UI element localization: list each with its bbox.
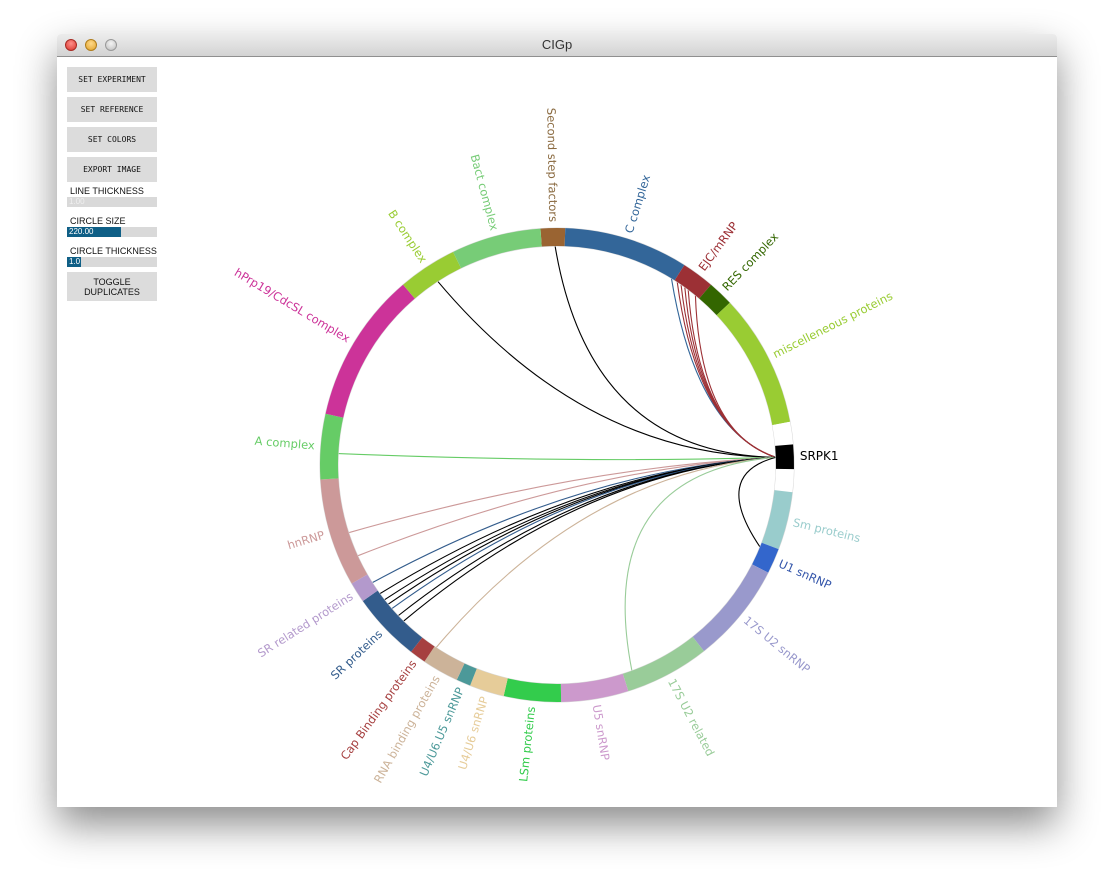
circle-thickness-label: CIRCLE THICKNESS [70,246,157,256]
circle-thickness-slider[interactable]: 1.0 [67,257,157,267]
link-sr-proteins [391,456,776,610]
main-canvas: Second step factors C complex EJC/mRNP RES … [57,57,1057,807]
segment-17s-u2-related[interactable] [622,636,704,692]
export-image-button[interactable]: EXPORT IMAGE [67,157,157,182]
label-hprp19-cdcsl-complex: hPrp19/CdcSL complex [232,265,353,345]
line-thickness-label: LINE THICKNESS [70,186,144,196]
label-u4-u6-snrnp: U4/U6 snRNP [455,695,491,772]
segment-gap[interactable] [774,468,794,493]
segment-gap[interactable] [772,421,794,446]
link-hnrnp [348,456,776,534]
label-ejc-mrnp: EJC/mRNP [696,219,741,273]
label-u1-snrnp: U1 snRNP [777,557,834,593]
label-hnrnp: hnRNP [286,528,327,552]
segment-lsm-proteins[interactable] [503,678,562,702]
toggle-duplicates-button[interactable]: TOGGLE DUPLICATES [67,272,157,301]
label-sr-related-proteins: SR related proteins [255,589,355,660]
title-bar[interactable]: CIGp [57,34,1057,57]
label-lsm-proteins: LSm proteins [516,706,538,782]
set-experiment-button[interactable]: SET EXPERIMENT [67,67,157,92]
app-window: CIGp Second step factors C complex EJC/mRN… [57,34,1057,807]
link-sr-related-proteins [372,456,776,584]
label-second-step-factors: Second step factors [544,108,560,222]
link-a-complex [338,452,776,461]
segment-u5-snrnp[interactable] [560,673,629,702]
set-colors-button[interactable]: SET COLORS [67,127,157,152]
link-sr-proteins [397,456,776,617]
segment-second-step-factors[interactable] [540,228,566,247]
circle-size-value: 220.00 [69,227,94,236]
label-u5-snrnp: U5 snRNP [590,704,613,762]
segment-17s-u2-snrnp[interactable] [692,564,769,651]
label-a-complex: A complex [254,434,315,453]
label-sm-proteins: Sm proteins [792,515,862,545]
label-sr-proteins: SR proteins [328,627,385,682]
label-cap-binding-proteins: Cap Binding proteins [338,657,420,762]
label-c-complex: C complex [622,173,653,235]
line-thickness-value: 1.00 [69,197,85,206]
label-17s-u2-related: 17S U2 related [665,676,717,758]
circle-size-label: CIRCLE SIZE [70,216,126,226]
segment-b-complex[interactable] [403,251,461,299]
circle-thickness-value: 1.0 [69,257,81,266]
segment-hnrnp[interactable] [320,478,368,584]
window-title: CIGp [541,37,573,52]
segment-miscelleneous-proteins[interactable] [716,302,791,426]
label-17s-u2-snrnp: 17S U2 snRNP [741,613,813,676]
label-bact-complex: Bact complex [468,153,502,232]
segment-srpk1[interactable] [775,444,795,470]
line-thickness-slider[interactable]: 1.00 [67,197,157,207]
label-b-complex: B complex [385,207,430,265]
link-sr-proteins [384,456,776,601]
set-reference-button[interactable]: SET REFERENCE [67,97,157,122]
circle-size-slider[interactable]: 220.00 [67,227,157,237]
label-miscelleneous-proteins: miscelleneous proteins [770,289,895,361]
label-srpk1: SRPK1 [800,449,839,463]
chord-diagram: Second step factors C complexEJC/mRNPRES … [232,108,895,786]
